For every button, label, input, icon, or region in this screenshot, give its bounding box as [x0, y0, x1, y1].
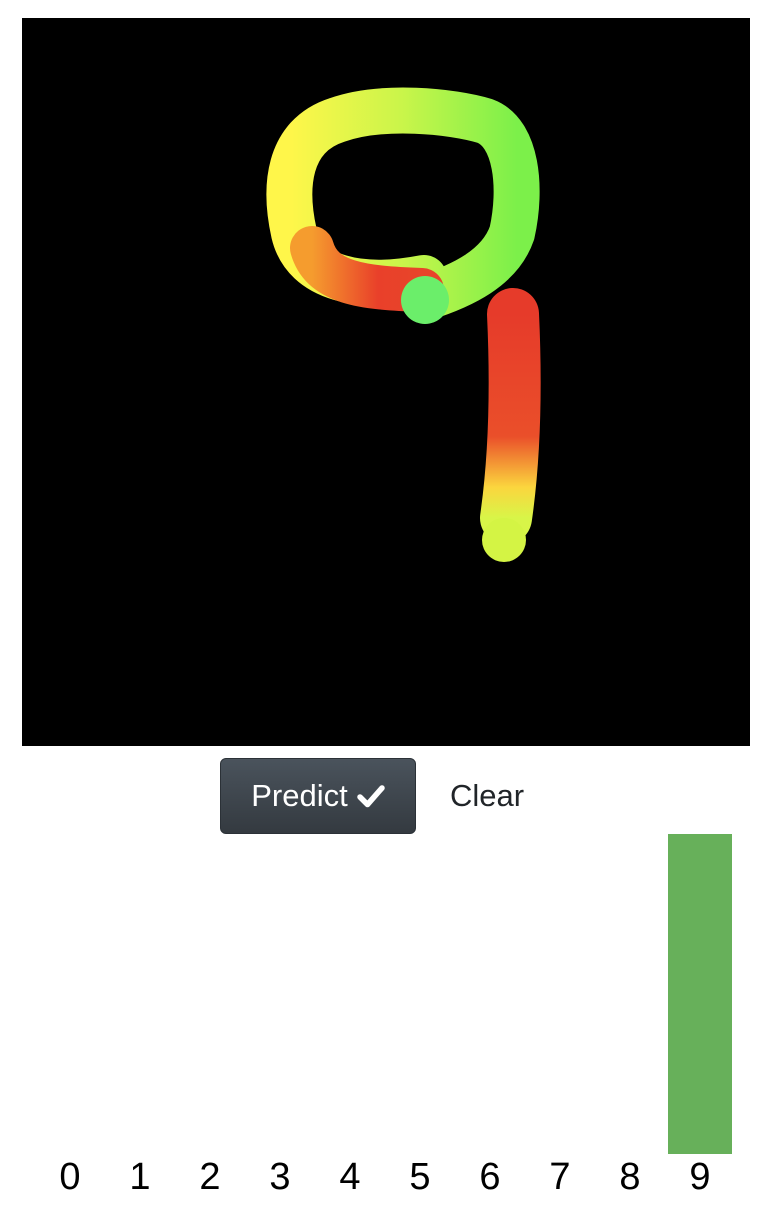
digit-recognizer-page: Predict Clear 0 1 2 3 4 5 6 7 8 9 — [0, 0, 772, 1210]
tick-label-1: 1 — [129, 1156, 150, 1198]
tick-label-0: 0 — [59, 1156, 80, 1198]
tick-label-3: 3 — [269, 1156, 290, 1198]
check-icon — [356, 784, 385, 808]
drawing-canvas[interactable] — [22, 18, 750, 746]
bar-9 — [668, 834, 732, 1154]
predict-label: Predict — [251, 778, 348, 813]
predict-button[interactable]: Predict — [220, 758, 416, 834]
tick-label-5: 5 — [409, 1156, 430, 1198]
tick-label-8: 8 — [619, 1156, 640, 1198]
prediction-chart: 0 1 2 3 4 5 6 7 8 9 — [0, 834, 772, 1210]
handwritten-digit-drawing — [266, 87, 541, 562]
tick-label-4: 4 — [339, 1156, 360, 1198]
clear-button[interactable]: Clear — [440, 758, 534, 834]
tick-label-2: 2 — [199, 1156, 220, 1198]
tick-label-6: 6 — [479, 1156, 500, 1198]
tick-label-7: 7 — [549, 1156, 570, 1198]
tick-label-9: 9 — [689, 1156, 710, 1198]
controls-bar: Predict Clear — [0, 758, 772, 834]
prediction-bar-chart: 0 1 2 3 4 5 6 7 8 9 — [59, 834, 732, 1198]
